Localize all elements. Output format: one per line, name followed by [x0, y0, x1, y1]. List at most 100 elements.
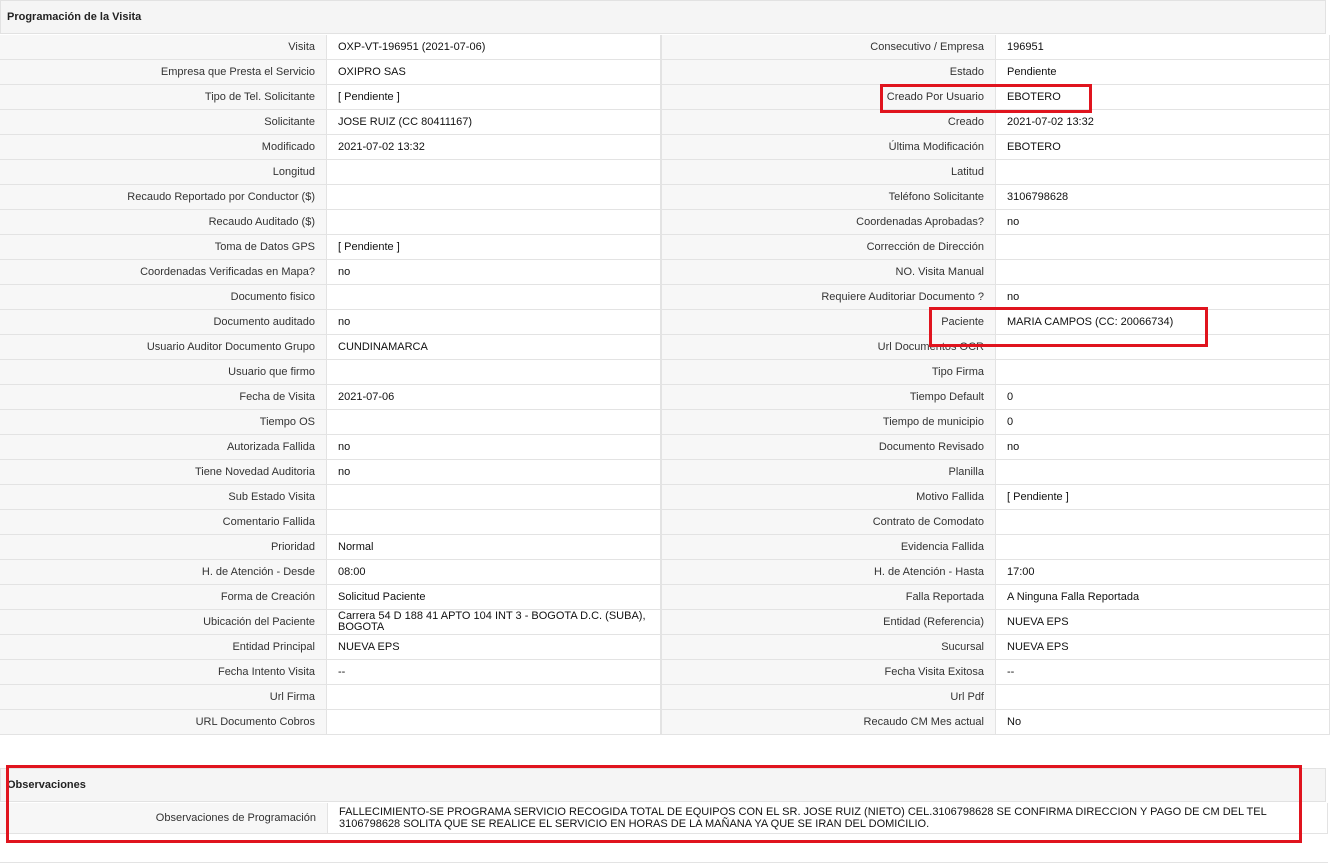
field-label: Corrección de Dirección — [661, 234, 996, 260]
field-value — [326, 159, 662, 185]
field-label: Creado Por Usuario — [661, 84, 996, 110]
field-value: no — [995, 209, 1330, 235]
field-label: Recaudo Auditado ($) — [0, 209, 327, 235]
detail-row: Longitud Latitud — [0, 159, 1330, 185]
observations-title: Observaciones — [7, 779, 86, 791]
field-value: no — [326, 434, 662, 460]
field-label: Url Documentos OCR — [661, 334, 996, 360]
field-label: Empresa que Presta el Servicio — [0, 59, 327, 85]
field-label: Fecha Intento Visita — [0, 659, 327, 685]
field-value: no — [995, 284, 1330, 310]
field-value: Solicitud Paciente — [326, 584, 662, 610]
field-value: 2021-07-02 13:32 — [995, 109, 1330, 135]
field-value — [995, 459, 1330, 485]
field-value: 0 — [995, 384, 1330, 410]
field-value: 17:00 — [995, 559, 1330, 585]
field-label: Url Pdf — [661, 684, 996, 710]
field-label: Fecha de Visita — [0, 384, 327, 410]
field-label: Motivo Fallida — [661, 484, 996, 510]
field-value — [995, 234, 1330, 260]
detail-row: URL Documento Cobros Recaudo CM Mes actua… — [0, 709, 1330, 735]
detail-row: Tiene Novedad Auditoria no Planilla — [0, 459, 1330, 485]
field-label: Comentario Fallida — [0, 509, 327, 535]
field-value: -- — [326, 659, 662, 685]
field-label: Tiempo Default — [661, 384, 996, 410]
field-value — [995, 684, 1330, 710]
field-value — [995, 159, 1330, 185]
detail-row: Fecha de Visita 2021-07-06 Tiempo Default… — [0, 384, 1330, 410]
field-label: Solicitante — [0, 109, 327, 135]
field-label: Sucursal — [661, 634, 996, 660]
field-value: -- — [995, 659, 1330, 685]
field-label: Teléfono Solicitante — [661, 184, 996, 210]
field-value: no — [995, 434, 1330, 460]
field-value — [326, 509, 662, 535]
field-value — [995, 334, 1330, 360]
field-value — [995, 359, 1330, 385]
detail-row: Autorizada Fallida no Documento Revisado … — [0, 434, 1330, 460]
field-label: Creado — [661, 109, 996, 135]
field-label: Longitud — [0, 159, 327, 185]
field-label: Usuario que firmo — [0, 359, 327, 385]
field-value: 0 — [995, 409, 1330, 435]
field-value — [995, 259, 1330, 285]
detail-row: Tipo de Tel. Solicitante[ Pendiente ] Cre… — [0, 84, 1330, 110]
field-value — [326, 359, 662, 385]
field-label: Autorizada Fallida — [0, 434, 327, 460]
field-label: Fecha Visita Exitosa — [661, 659, 996, 685]
field-label: Tipo de Tel. Solicitante — [0, 84, 327, 110]
field-value — [995, 534, 1330, 560]
field-label: Consecutivo / Empresa — [661, 35, 996, 60]
field-label: H. de Atención - Desde — [0, 559, 327, 585]
detail-row: Coordenadas Verificadas en Mapa? no NO. V… — [0, 259, 1330, 285]
field-label: Tiene Novedad Auditoria — [0, 459, 327, 485]
detail-row: Usuario que firmo Tipo Firma — [0, 359, 1330, 385]
field-value: Normal — [326, 534, 662, 560]
field-value: 08:00 — [326, 559, 662, 585]
detail-row: Toma de Datos GPS[ Pendiente ] Corrección… — [0, 234, 1330, 260]
detail-row: Sub Estado Visita Motivo Fallida[ Pendien… — [0, 484, 1330, 510]
field-value — [326, 709, 662, 735]
field-value: NUEVA EPS — [995, 609, 1330, 635]
detail-row: Documento fisico Requiere Auditoriar Docu… — [0, 284, 1330, 310]
field-label: Entidad (Referencia) — [661, 609, 996, 635]
detail-row: Visita OXP-VT-196951 (2021-07-06) Consecut… — [0, 35, 1330, 60]
field-label: Tiempo de municipio — [661, 409, 996, 435]
detail-row: Modificado 2021-07-02 13:32 Última Modific… — [0, 134, 1330, 160]
detail-row: Ubicación del Paciente Carrera 54 D 188 4… — [0, 609, 1330, 635]
field-label: Forma de Creación — [0, 584, 327, 610]
field-value — [326, 484, 662, 510]
field-value: OXP-VT-196951 (2021-07-06) — [326, 35, 662, 60]
detail-row: Usuario Auditor Documento Grupo CUNDINAMA… — [0, 334, 1330, 360]
detail-row: Entidad Principal NUEVA EPS Sucursal NUEVA … — [0, 634, 1330, 660]
field-label: Documento Revisado — [661, 434, 996, 460]
field-label: Usuario Auditor Documento Grupo — [0, 334, 327, 360]
field-label: URL Documento Cobros — [0, 709, 327, 735]
observations-value: FALLECIMIENTO-SE PROGRAMA SERVICIO RECOG… — [327, 803, 1328, 834]
field-value: EBOTERO — [995, 84, 1330, 110]
field-value: [ Pendiente ] — [326, 234, 662, 260]
field-label: Recaudo CM Mes actual — [661, 709, 996, 735]
field-value — [326, 184, 662, 210]
field-value: [ Pendiente ] — [995, 484, 1330, 510]
field-value: EBOTERO — [995, 134, 1330, 160]
field-value: 196951 — [995, 35, 1330, 60]
detail-row: Tiempo OS Tiempo de municipio 0 — [0, 409, 1330, 435]
field-label: Recaudo Reportado por Conductor ($) — [0, 184, 327, 210]
field-value: NUEVA EPS — [326, 634, 662, 660]
field-label: NO. Visita Manual — [661, 259, 996, 285]
field-value: Pendiente — [995, 59, 1330, 85]
field-label: Url Firma — [0, 684, 327, 710]
field-value — [326, 209, 662, 235]
field-value: NUEVA EPS — [995, 634, 1330, 660]
section-header-observaciones: Observaciones — [0, 768, 1326, 802]
detail-row: Forma de Creación Solicitud Paciente Falla… — [0, 584, 1330, 610]
field-label: Documento auditado — [0, 309, 327, 335]
field-label: Modificado — [0, 134, 327, 160]
field-value: CUNDINAMARCA — [326, 334, 662, 360]
field-label: Entidad Principal — [0, 634, 327, 660]
field-label: Documento fisico — [0, 284, 327, 310]
field-label: Última Modificación — [661, 134, 996, 160]
observations-label: Observaciones de Programación — [0, 803, 328, 834]
field-label: Evidencia Fallida — [661, 534, 996, 560]
